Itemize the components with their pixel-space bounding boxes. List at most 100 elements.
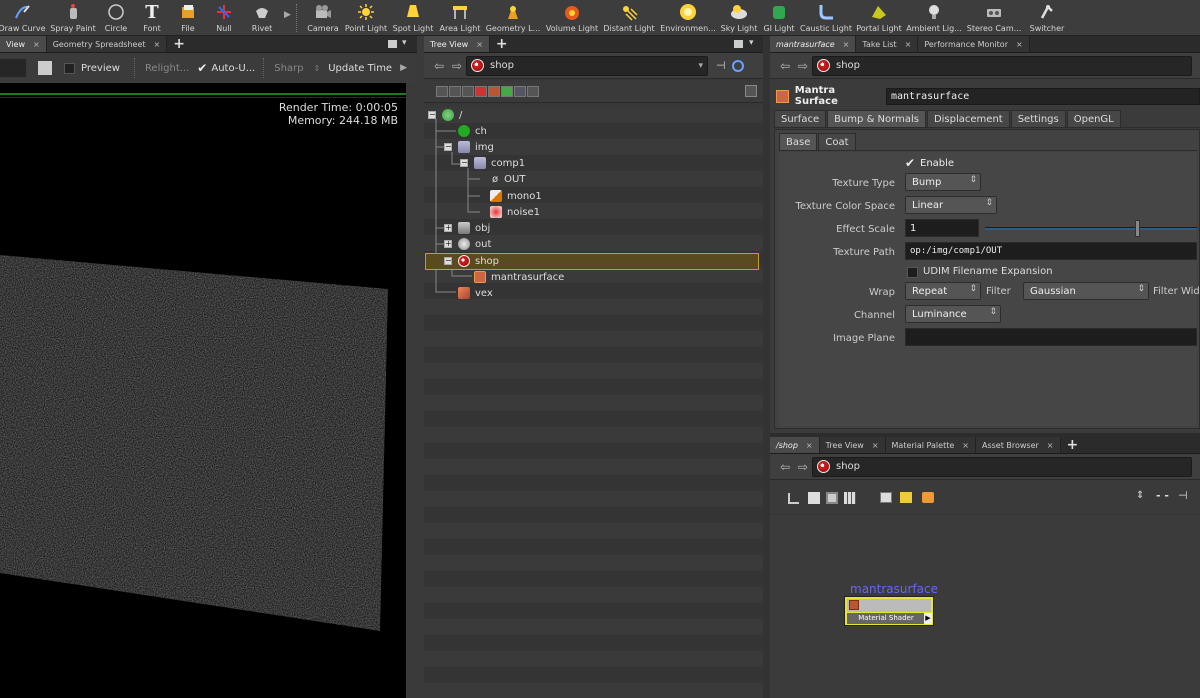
distant-light-tool[interactable]: Distant Light [602,0,656,36]
camera-menu[interactable] [0,59,26,77]
tab-performance-monitor[interactable]: Performance Monitor × [918,36,1030,52]
align-vertical-icon[interactable]: ⇕ [1136,490,1144,501]
effect-scale-slider[interactable] [985,227,1197,230]
effect-scale-field[interactable]: 1 [905,219,979,237]
tab-geometry-spreadsheet[interactable]: Geometry Spreadsheet × [46,36,168,52]
tab-asset-browser[interactable]: Asset Browser × [975,437,1061,453]
point-light-tool[interactable]: Point Light [344,0,388,36]
path-field[interactable]: shop [812,55,1192,76]
close-icon[interactable]: × [872,441,879,450]
back-arrow-icon[interactable]: ⇦ [776,460,794,474]
filter-img-icon[interactable] [514,86,526,97]
expand-toggle[interactable]: + [444,224,452,232]
snap-icon[interactable]: - - [1156,489,1169,502]
slider-handle[interactable] [1135,220,1140,237]
texture-type-menu[interactable]: Bump ⇕ [905,173,981,191]
switcher-tool[interactable]: Switcher [1026,0,1068,36]
wrap-menu[interactable]: Repeat ⇕ [905,282,981,300]
close-icon[interactable]: × [905,40,912,49]
network-editor-canvas[interactable]: mantrasurface Material Shader ▶ [770,515,1200,698]
draw-curve-tool[interactable]: Draw Curve [0,0,46,36]
texture-path-field[interactable]: op:/img/comp1/OUT [905,242,1197,260]
add-tab-button[interactable]: + [490,36,514,52]
tab-base[interactable]: Base [779,133,818,150]
maximize-icon[interactable] [734,40,743,48]
pane-divider[interactable] [406,83,417,698]
close-icon[interactable]: × [33,40,40,49]
area-light-tool[interactable]: Area Light [438,0,482,36]
close-icon[interactable]: × [154,40,161,49]
tree-node-vex[interactable]: vex [458,285,493,301]
tab-coat[interactable]: Coat [818,133,856,150]
forward-arrow-icon[interactable]: ⇨ [448,59,466,73]
tab-opengl[interactable]: OpenGL [1066,110,1121,127]
close-icon[interactable]: × [1016,40,1023,49]
filter-menu[interactable]: Gaussian ⇕ [1023,282,1149,300]
forward-arrow-icon[interactable]: ⇨ [794,460,812,474]
font-tool[interactable]: T Font [138,0,166,36]
tree-layout-icon[interactable] [788,493,799,504]
pin-icon[interactable]: ⊣ [716,59,726,72]
environment-light-tool[interactable]: Environmen... [660,0,716,36]
channel-menu[interactable]: Luminance ⇕ [905,305,1001,323]
rivet-tool[interactable]: Rivet [246,0,278,36]
collapse-toggle[interactable]: − [460,159,468,167]
output-arrow-icon[interactable]: ▶ [924,613,932,624]
close-icon[interactable]: × [843,40,850,49]
auto-update-toggle[interactable]: Auto-U... [211,63,255,74]
update-time-button[interactable]: Update Time [328,63,392,74]
filter-shop-icon[interactable] [475,86,487,97]
tree-node-out-network[interactable]: out [458,236,491,252]
tab-bump-normals[interactable]: Bump & Normals [827,110,926,127]
filter-comp-icon[interactable] [449,86,461,97]
close-icon[interactable]: × [1047,441,1054,450]
sharp-menu[interactable]: Sharp [274,63,303,74]
tab-displacement[interactable]: Displacement [926,110,1010,127]
camera-tool[interactable]: Camera [306,0,340,36]
filter-vex-icon[interactable] [488,86,500,97]
tree-node-comp1[interactable]: comp1 [474,155,525,171]
link-icon[interactable] [731,59,744,72]
checkmark-icon[interactable]: ✔ [905,156,915,170]
tree-node-root[interactable]: / [442,107,462,123]
close-icon[interactable]: × [476,40,483,49]
gi-light-tool[interactable]: GI Light [762,0,796,36]
expand-toggle[interactable]: + [444,240,452,248]
pane-menu-icon[interactable]: ▾ [749,38,754,48]
render-image[interactable]: Render Time: 0:00:05 Memory: 244.18 MB [0,83,406,698]
filter-out-icon[interactable] [527,86,539,97]
sky-light-tool[interactable]: Sky Light [720,0,758,36]
collapse-toggle[interactable]: − [428,111,436,119]
geometry-light-tool[interactable]: Geometry L... [486,0,540,36]
node-name-field[interactable]: mantrasurface [885,87,1200,105]
tree-node-mono1[interactable]: mono1 [490,188,542,204]
maximize-icon[interactable] [388,40,397,48]
pane-divider[interactable] [763,36,770,698]
preview-checkbox[interactable] [64,62,75,74]
refresh-icon[interactable] [745,85,757,97]
spray-paint-tool[interactable]: Spray Paint [50,0,96,36]
render-icon[interactable] [38,61,52,75]
sticky-note-icon[interactable] [900,492,912,503]
tab-mantrasurface[interactable]: mantrasurface × [770,36,857,52]
filter-ch-icon[interactable] [501,86,513,97]
tree-node-shop[interactable]: shop [458,253,499,269]
tab-tree-view[interactable]: Tree View × [819,437,886,453]
tab-tree-view[interactable]: Tree View × [424,36,490,52]
collapse-toggle[interactable]: − [444,143,452,151]
thumbnail-icon[interactable] [826,492,838,504]
color-space-menu[interactable]: Linear ⇕ [905,196,997,214]
visualizer-icon[interactable] [922,492,934,503]
tab-material-palette[interactable]: Material Palette × [885,437,976,453]
file-tool[interactable]: File [174,0,202,36]
path-field[interactable]: shop ▾ [466,55,708,76]
forward-arrow-icon[interactable]: ⇨ [794,59,812,73]
portal-light-tool[interactable]: Portal Light [856,0,902,36]
close-icon[interactable]: × [962,441,969,450]
collapse-toggle[interactable]: − [444,257,452,265]
tab-settings[interactable]: Settings [1010,110,1066,127]
add-tab-button[interactable]: + [1061,437,1085,453]
network-box-icon[interactable] [880,492,892,503]
back-arrow-icon[interactable]: ⇦ [430,59,448,73]
close-icon[interactable]: × [806,441,813,450]
